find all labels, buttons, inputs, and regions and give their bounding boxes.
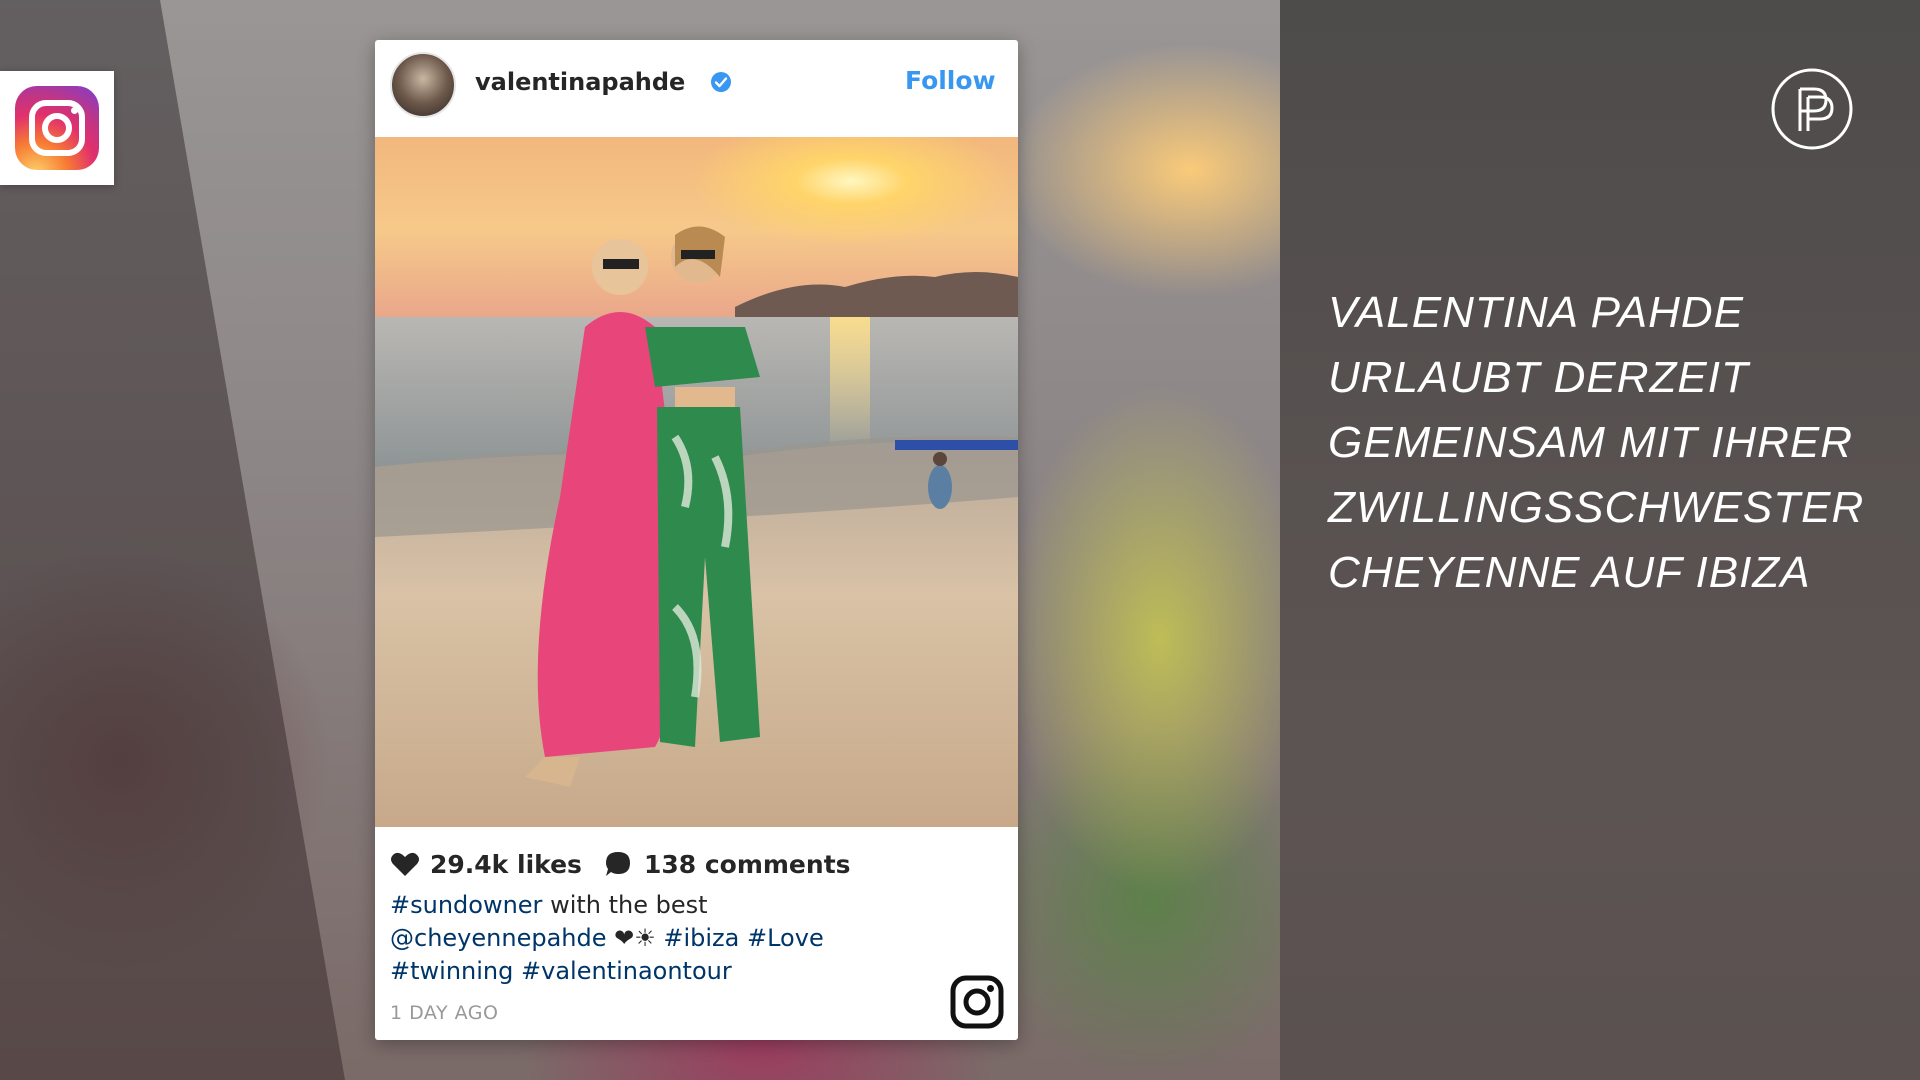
broadcaster-monogram-icon — [1771, 68, 1853, 150]
post-caption: #sundowner with the best @cheyennepahde … — [390, 889, 910, 988]
instagram-logo-icon — [15, 86, 99, 170]
post-header: valentinapahde Follow — [375, 40, 1018, 137]
avatar[interactable] — [390, 52, 456, 118]
headline-line: VALENTINA PAHDE — [1328, 288, 1745, 337]
post-photo[interactable] — [375, 137, 1018, 827]
instagram-glyph-icon[interactable] — [950, 975, 1004, 1029]
post-timestamp: 1 DAY AGO — [390, 1002, 499, 1024]
heart-icon[interactable] — [390, 851, 420, 877]
username[interactable]: valentinapahde — [475, 68, 685, 96]
comments-count: 138 comments — [643, 849, 851, 879]
headline-line: ZWILLINGSSCHWESTER — [1328, 483, 1865, 532]
hashtag-link[interactable]: #sundowner — [390, 891, 542, 919]
caption-emoji: ❤☀ — [606, 924, 664, 952]
post-stats: 29.4k likes 138 comments — [390, 847, 851, 881]
likes-count: 29.4k likes — [430, 849, 582, 879]
mention-link[interactable]: @cheyennepahde — [390, 924, 606, 952]
caption-text: with the best — [542, 891, 708, 919]
hashtag-link[interactable]: #valentinaontour — [521, 957, 732, 985]
post-footer: 29.4k likes 138 comments #sundowner with… — [375, 827, 1018, 1040]
instagram-badge — [0, 71, 114, 185]
hashtag-link[interactable]: #twinning — [390, 957, 513, 985]
comment-bubble-icon[interactable] — [604, 850, 632, 878]
headline: VALENTINA PAHDE URLAUBT DERZEIT GEMEINSA… — [1328, 280, 1888, 605]
verified-badge-icon — [711, 72, 731, 92]
hashtag-link[interactable]: #Love — [747, 924, 824, 952]
headline-line: CHEYENNE AUF IBIZA — [1328, 548, 1811, 597]
headline-line: GEMEINSAM MIT IHRER — [1328, 418, 1854, 467]
instagram-post-card: valentinapahde Follow 29.4k likes 138 co… — [375, 40, 1018, 1040]
follow-button[interactable]: Follow — [905, 66, 996, 95]
hashtag-link[interactable]: #ibiza — [663, 924, 739, 952]
headline-line: URLAUBT DERZEIT — [1328, 353, 1749, 402]
